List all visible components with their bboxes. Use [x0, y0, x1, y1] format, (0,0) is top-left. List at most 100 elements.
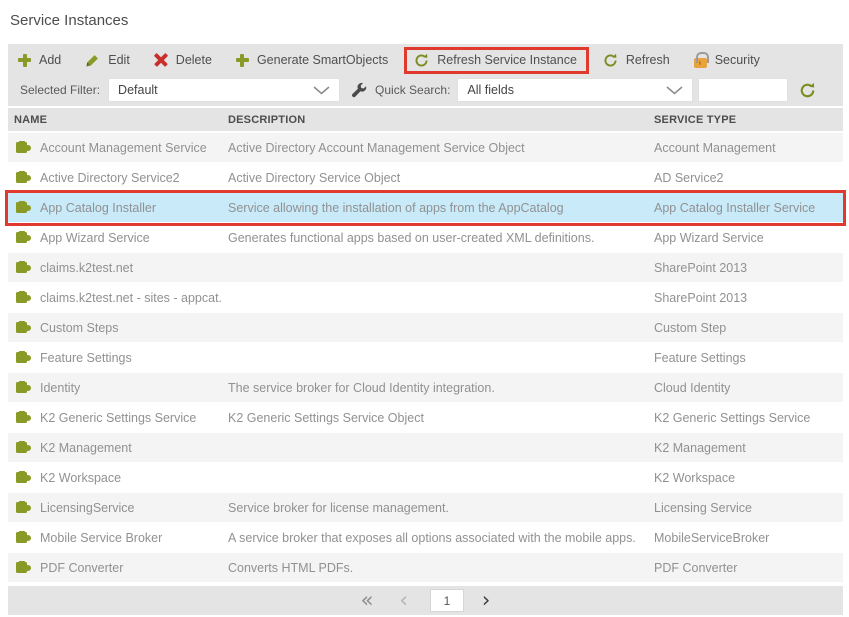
column-header-description[interactable]: DESCRIPTION — [222, 114, 648, 126]
service-instance-type: K2 Generic Settings Service — [654, 410, 811, 425]
name-cell: claims.k2test.net - sites - appcat... — [8, 290, 222, 305]
service-instance-name: Active Directory Service2 — [40, 170, 180, 185]
pagination: « ‹ 1 › — [8, 586, 843, 615]
table-row[interactable]: LicensingService Service broker for licen… — [8, 493, 843, 523]
puzzle-piece-icon — [16, 470, 31, 483]
add-button[interactable]: Add — [18, 53, 61, 67]
service-instance-type: Feature Settings — [654, 350, 746, 365]
service-instance-name: K2 Generic Settings Service — [40, 410, 197, 425]
service-instance-description: K2 Generic Settings Service Object — [228, 410, 424, 425]
service-instance-type: Cloud Identity — [654, 380, 731, 395]
plus-icon — [235, 53, 249, 67]
puzzle-piece-icon — [16, 260, 31, 273]
table-row[interactable]: Custom Steps Custom Step — [8, 313, 843, 343]
table-row[interactable]: PDF Converter Converts HTML PDFs. PDF Conv… — [8, 553, 843, 583]
filter-bar: Selected Filter: Default Quick Search: A… — [8, 76, 843, 106]
plus-icon — [18, 53, 31, 67]
refresh-service-instance-button[interactable]: Refresh Service Instance — [414, 53, 577, 68]
prev-page-button[interactable]: ‹ — [400, 590, 408, 611]
delete-button-label: Delete — [175, 53, 212, 67]
lock-icon — [693, 52, 709, 68]
table-row[interactable]: Active Directory Service2 Active Director… — [8, 163, 843, 193]
name-cell: K2 Workspace — [8, 470, 222, 485]
page-title: Service Instances — [10, 12, 129, 29]
service-instance-name: Mobile Service Broker — [40, 530, 163, 545]
name-cell: Mobile Service Broker — [8, 530, 222, 545]
service-instance-type: SharePoint 2013 — [654, 260, 748, 275]
service-instance-type: MobileServiceBroker — [654, 530, 770, 545]
toolbar: Add Edit Delete Generate SmartObjects Re… — [8, 44, 843, 106]
table-row[interactable]: Identity The service broker for Cloud Ide… — [8, 373, 843, 403]
column-header-name[interactable]: NAME — [8, 114, 222, 126]
name-cell: Account Management Service — [8, 140, 222, 155]
service-instance-type: K2 Management — [654, 440, 746, 455]
puzzle-piece-icon — [16, 350, 31, 363]
service-instance-name: App Wizard Service — [40, 230, 150, 245]
security-button-label: Security — [714, 53, 760, 67]
name-cell: claims.k2test.net — [8, 260, 222, 275]
service-instance-name: claims.k2test.net - sites - appcat... — [40, 290, 222, 305]
refresh-icon — [414, 53, 429, 68]
table-row[interactable]: K2 Management K2 Management — [8, 433, 843, 463]
table-row[interactable]: K2 Generic Settings Service K2 Generic Se… — [8, 403, 843, 433]
chevron-down-icon — [666, 85, 683, 95]
table-row-selected[interactable]: App Catalog Installer Service allowing th… — [8, 193, 843, 223]
first-page-button[interactable]: « — [361, 590, 374, 611]
quick-search-field-select[interactable]: All fields — [457, 78, 694, 102]
name-cell: Feature Settings — [8, 350, 222, 365]
wrench-icon[interactable] — [351, 82, 367, 98]
service-instance-type: SharePoint 2013 — [654, 290, 748, 305]
service-instance-type: AD Service2 — [654, 170, 724, 185]
table-row[interactable]: K2 Workspace K2 Workspace — [8, 463, 843, 493]
security-button[interactable]: Security — [693, 52, 760, 68]
quick-search-input[interactable] — [698, 78, 789, 102]
search-refresh-icon[interactable] — [799, 82, 816, 99]
refresh-button[interactable]: Refresh — [603, 53, 670, 68]
service-instance-name: App Catalog Installer — [40, 200, 157, 215]
service-instance-type: App Wizard Service — [654, 230, 764, 245]
table-row[interactable]: claims.k2test.net SharePoint 2013 — [8, 253, 843, 283]
page-number-input[interactable]: 1 — [429, 589, 464, 612]
service-instance-type: K2 Workspace — [654, 470, 736, 485]
next-page-button[interactable]: › — [482, 590, 490, 611]
pencil-icon — [85, 53, 100, 68]
table-row[interactable]: App Wizard Service Generates functional a… — [8, 223, 843, 253]
refresh-button-label: Refresh — [625, 53, 670, 67]
selected-filter-select[interactable]: Default — [108, 78, 341, 102]
table-row[interactable]: Mobile Service Broker A service broker th… — [8, 523, 843, 553]
service-instance-type: PDF Converter — [654, 560, 738, 575]
puzzle-piece-icon — [16, 530, 31, 543]
table-row[interactable]: Feature Settings Feature Settings — [8, 343, 843, 373]
refresh-service-instance-callout: Refresh Service Instance — [404, 46, 589, 74]
name-cell: Identity — [8, 380, 222, 395]
puzzle-piece-icon — [16, 560, 31, 573]
service-instance-type: Account Management — [654, 140, 776, 155]
puzzle-piece-icon — [16, 410, 31, 423]
column-header-service-type[interactable]: SERVICE TYPE — [648, 114, 843, 126]
edit-button[interactable]: Edit — [85, 53, 130, 68]
puzzle-piece-icon — [16, 440, 31, 453]
service-instance-name: Identity — [40, 380, 81, 395]
service-instance-description: The service broker for Cloud Identity in… — [228, 380, 495, 395]
service-instance-name: Account Management Service — [40, 140, 207, 155]
puzzle-piece-icon — [16, 140, 31, 153]
delete-button[interactable]: Delete — [154, 53, 212, 67]
name-cell: Custom Steps — [8, 320, 222, 335]
service-instance-description: Generates functional apps based on user-… — [228, 230, 595, 245]
delete-x-icon — [154, 53, 168, 67]
name-cell: K2 Generic Settings Service — [8, 410, 222, 425]
table-row[interactable]: Account Management Service Active Directo… — [8, 133, 843, 163]
service-instance-description: A service broker that exposes all option… — [228, 530, 636, 545]
service-instance-name: Custom Steps — [40, 320, 119, 335]
name-cell: LicensingService — [8, 500, 222, 515]
service-instance-description: Active Directory Service Object — [228, 170, 401, 185]
generate-smartobjects-button[interactable]: Generate SmartObjects — [235, 53, 388, 67]
toolbar-buttons-row: Add Edit Delete Generate SmartObjects Re… — [8, 44, 843, 76]
puzzle-piece-icon — [16, 290, 31, 303]
service-instance-description: Service allowing the installation of app… — [228, 200, 564, 215]
chevron-down-icon — [313, 85, 330, 95]
table-row[interactable]: claims.k2test.net - sites - appcat... Sha… — [8, 283, 843, 313]
service-instances-page: Service Instances Add Edit Delete Genera… — [0, 0, 849, 617]
puzzle-piece-icon — [16, 320, 31, 333]
service-instance-description: Converts HTML PDFs. — [228, 560, 354, 575]
